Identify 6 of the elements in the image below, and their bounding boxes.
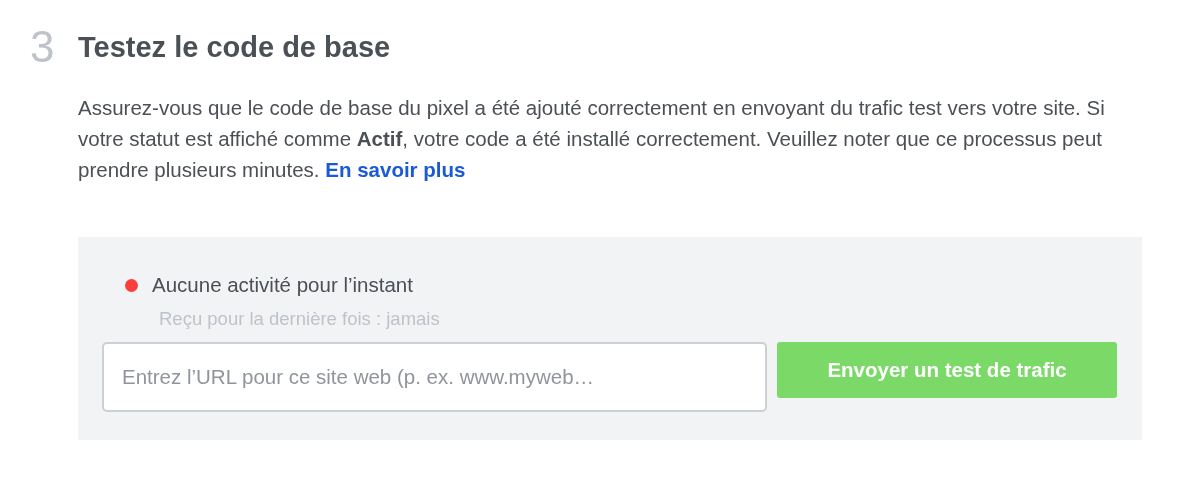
step-number: 3 xyxy=(30,22,56,73)
section-title: Testez le code de base xyxy=(78,30,392,65)
status-label: Aucune activité pour l’instant xyxy=(152,272,413,298)
instructions-text: Assurez-vous que le code de base du pixel a été ajouté correctement en envoyant du trafic test vers votre site. Si votre statut est affiché comme Actif, votre code a été installé correctement. Veuillez noter que ce processus peut prendre plusieurs minutes. En savoir plus xyxy=(78,95,1106,183)
learn-more-link[interactable]: En savoir plus xyxy=(325,158,466,181)
url-input-field[interactable]: Entrez l’URL pour ce site web (p. ex. www.myweb… xyxy=(102,342,767,412)
